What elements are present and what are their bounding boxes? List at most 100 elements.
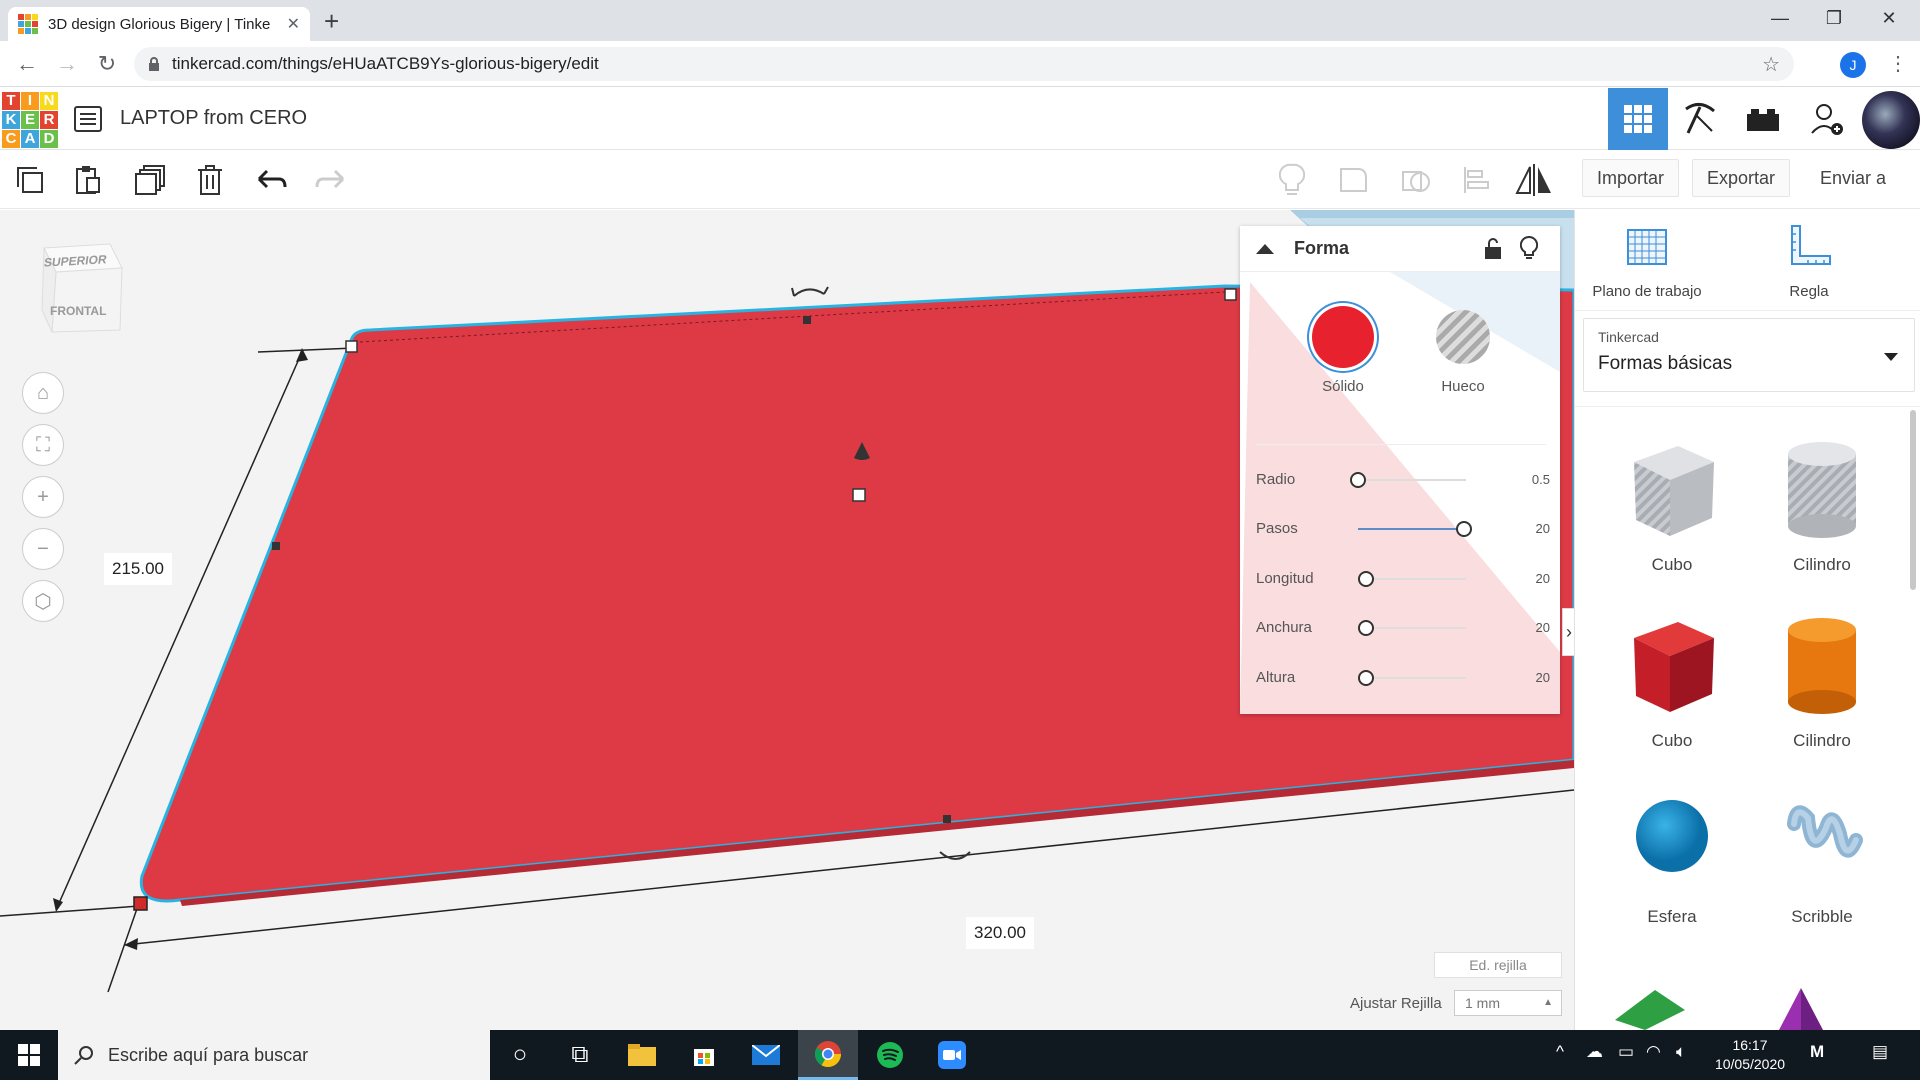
browser-tab[interactable]: 3D design Glorious Bigery | Tinke ✕ [8,7,310,41]
zoom-in-icon[interactable]: + [22,476,64,518]
battery-icon[interactable]: ▭ [1618,1042,1634,1062]
tab-close-icon[interactable]: ✕ [287,14,300,34]
task-view-icon[interactable]: ⧉ [550,1030,610,1080]
param-value[interactable]: 20 [1536,670,1550,685]
start-button[interactable] [0,1030,58,1080]
ungroup-icon[interactable] [1396,161,1436,199]
width-slider[interactable] [1358,620,1466,636]
solid-color-option[interactable]: Sólido [1293,306,1393,395]
shape-hole-box[interactable]: Cubo [1597,432,1747,575]
steps-slider[interactable] [1358,521,1472,537]
back-icon[interactable]: ← [12,51,42,77]
corner-handle-selected[interactable] [133,896,148,911]
tinkercad-logo[interactable]: TIN KER CAD [2,92,58,148]
paste-icon[interactable] [68,161,108,199]
cortana-icon[interactable]: ○ [490,1030,550,1080]
view-cube[interactable]: SUPERIOR FRONTAL [40,240,125,335]
projection-toggle-icon[interactable]: ⬡ [22,580,64,622]
zoom-out-icon[interactable]: − [22,528,64,570]
tray-chevron-icon[interactable]: ^ [1556,1042,1564,1062]
panel-collapse-chevron-icon[interactable]: › [1562,608,1574,656]
edit-grid-button[interactable]: Ed. rejilla [1434,952,1562,978]
solid-color-swatch[interactable] [1312,306,1374,368]
edge-handle[interactable] [272,542,280,550]
spotify-icon[interactable] [860,1030,920,1080]
file-explorer-icon[interactable] [612,1030,672,1080]
shape-scribble[interactable]: Scribble [1747,784,1897,927]
delete-icon[interactable] [190,161,230,199]
hole-option[interactable]: Hueco [1413,306,1513,395]
hole-swatch[interactable] [1436,310,1490,364]
height-handle[interactable] [852,488,866,502]
3d-view-button[interactable] [1608,88,1668,150]
minimize-icon[interactable]: — [1765,8,1795,29]
bricks-view-button[interactable] [1733,88,1793,150]
radius-slider[interactable] [1350,472,1466,488]
param-value[interactable]: 20 [1536,620,1550,635]
taskbar-search[interactable]: Escribe aquí para buscar [58,1030,490,1080]
visibility-bulb-icon[interactable] [1519,235,1539,266]
shape-library-select[interactable]: Tinkercad Formas básicas [1583,318,1915,392]
panel-scrollbar[interactable] [1910,410,1916,590]
param-value[interactable]: 20 [1536,571,1550,586]
export-button[interactable]: Exportar [1692,159,1791,197]
corner-handle[interactable] [1224,288,1237,301]
bookmark-star-icon[interactable]: ☆ [1762,52,1780,77]
zoom-app-icon[interactable] [922,1030,982,1080]
store-icon[interactable] [674,1030,734,1080]
param-value[interactable]: 20 [1536,521,1550,536]
notifications-icon[interactable]: ▤ [1872,1042,1888,1062]
restore-icon[interactable]: ❐ [1819,8,1849,29]
home-view-icon[interactable]: ⌂ [22,372,64,414]
window-close-icon[interactable]: ✕ [1874,8,1904,29]
new-tab-button[interactable]: + [324,8,339,34]
height-slider[interactable] [1358,670,1466,686]
profile-avatar[interactable]: J [1840,52,1866,78]
shape-cylinder[interactable]: Cilindro [1747,608,1897,751]
width-dimension-label[interactable]: 320.00 [966,917,1034,949]
corner-handle[interactable] [345,340,358,353]
slider-knob[interactable] [1456,521,1472,537]
rotate-handle-icon[interactable] [793,288,825,297]
design-list-icon[interactable] [74,106,102,132]
edge-handle[interactable] [943,815,951,823]
workplane-tool[interactable]: Plano de trabajo [1577,224,1717,300]
chrome-icon[interactable] [798,1030,858,1080]
send-to-button[interactable]: Enviar a [1806,159,1901,197]
slider-knob[interactable] [1358,571,1374,587]
edge-handle[interactable] [803,316,811,324]
slider-knob[interactable] [1350,472,1366,488]
snap-grid-select[interactable]: 1 mm ▲ [1454,990,1562,1016]
shape-box[interactable]: Cubo [1597,608,1747,751]
wifi-icon[interactable]: ◠ [1646,1042,1661,1062]
user-avatar[interactable] [1862,91,1920,149]
design-title[interactable]: LAPTOP from CERO [120,107,307,130]
viewcube-front-face[interactable]: FRONTAL [50,304,106,318]
volume-icon[interactable]: 🔈︎ [1676,1042,1686,1062]
onedrive-icon[interactable]: ☁ [1586,1042,1603,1062]
lightbulb-icon[interactable] [1272,161,1312,199]
align-icon[interactable] [1456,161,1496,199]
fit-view-icon[interactable]: ⛶ [22,424,64,466]
forward-icon[interactable]: → [52,51,82,77]
group-icon[interactable] [1334,161,1374,199]
browser-menu-icon[interactable]: ⋮ [1888,51,1908,76]
depth-dimension-label[interactable]: 215.00 [104,553,172,585]
redo-icon[interactable] [310,161,350,199]
mail-icon[interactable] [736,1030,796,1080]
system-clock[interactable]: 16:17 10/05/2020 [1700,1036,1800,1074]
copy-icon[interactable] [10,161,50,199]
ruler-tool[interactable]: Regla [1739,224,1879,300]
undo-icon[interactable] [252,161,292,199]
blocks-view-button[interactable] [1670,88,1730,150]
app-tray-icon[interactable]: M [1810,1042,1824,1062]
shape-sphere[interactable]: Esfera [1597,784,1747,927]
slider-knob[interactable] [1358,670,1374,686]
reload-icon[interactable]: ↻ [92,51,122,77]
shape-hole-cylinder[interactable]: Cilindro [1747,432,1897,575]
mirror-icon[interactable] [1514,161,1554,199]
pyramid-icon[interactable] [1761,980,1841,1030]
slider-knob[interactable] [1358,620,1374,636]
url-field[interactable]: tinkercad.com/things/eHUaATCB9Ys-gloriou… [134,47,1794,81]
param-value[interactable]: 0.5 [1532,472,1550,487]
